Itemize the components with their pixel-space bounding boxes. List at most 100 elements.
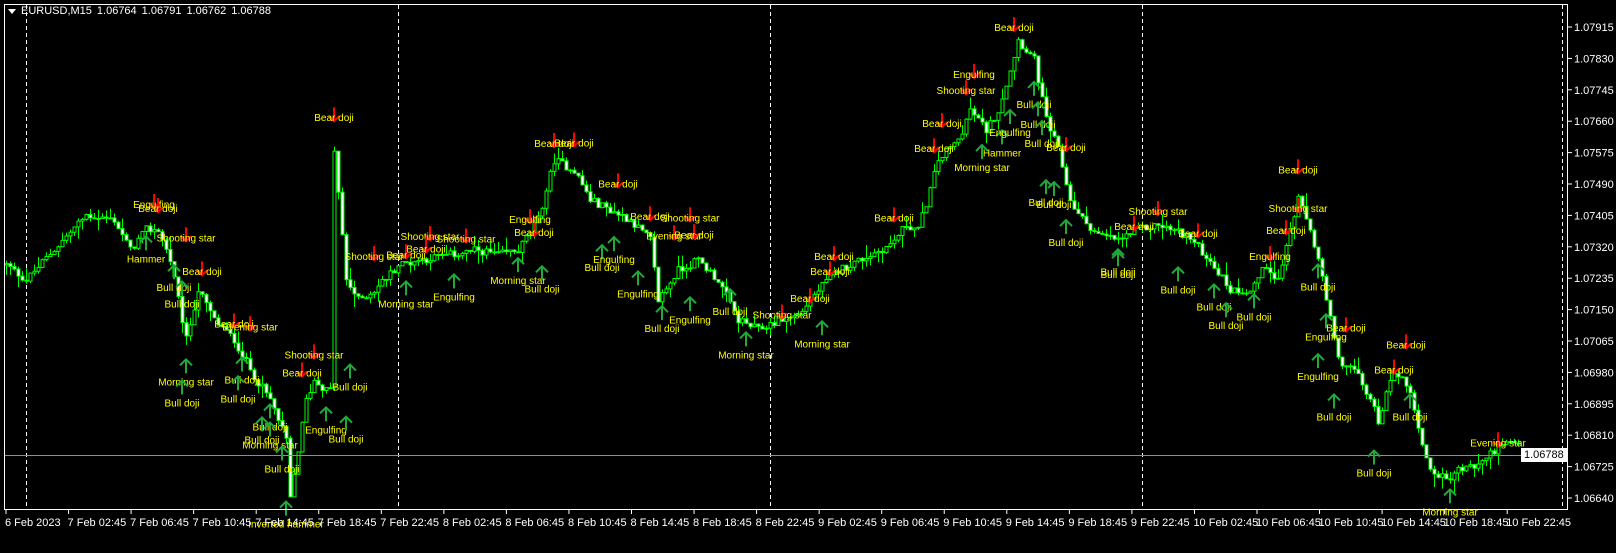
pattern-label: Bear doji xyxy=(598,179,637,190)
candle xyxy=(1328,299,1333,318)
candle-body xyxy=(508,249,513,253)
pattern-label: Bull doji xyxy=(1356,469,1391,480)
candle-body xyxy=(1084,215,1089,225)
bear-pattern-marker: Bear doji xyxy=(874,207,914,224)
bear-pattern-marker: Bear doji xyxy=(814,246,854,263)
pattern-label: Bull doji xyxy=(1100,270,1135,281)
candle xyxy=(1488,447,1493,470)
candle xyxy=(360,294,365,299)
candle-body xyxy=(1488,450,1493,459)
bear-pattern-marker: Bear doji xyxy=(1386,334,1426,351)
candle xyxy=(1016,37,1021,62)
candle-body xyxy=(936,160,941,173)
bear-pattern-marker: Bear doji xyxy=(994,17,1034,34)
dropdown-triangle-icon[interactable] xyxy=(8,8,16,14)
bull-pattern-marker: Morning star xyxy=(490,256,546,287)
price-axis[interactable]: 1.07915 1.07830 1.07745 1.07660 1.07575 1.074… xyxy=(1568,22,1614,505)
candle xyxy=(516,244,521,254)
candle xyxy=(156,228,161,233)
price-tick-label: 1.06980 xyxy=(1574,367,1614,379)
candle-body xyxy=(192,309,197,326)
pattern-label: Shooting star xyxy=(285,350,345,361)
pattern-label: Bear doji xyxy=(314,113,353,124)
candle-body xyxy=(396,265,401,274)
candle xyxy=(1448,472,1453,484)
candle-body xyxy=(624,213,629,223)
candle-body xyxy=(720,281,725,288)
candle-body xyxy=(324,387,329,392)
candle xyxy=(1072,191,1077,210)
candle-body xyxy=(1216,267,1221,276)
candle xyxy=(460,251,465,260)
pattern-label: Bull doji xyxy=(332,383,367,394)
candle xyxy=(396,265,401,277)
candle-body xyxy=(716,279,721,283)
candle-body xyxy=(56,246,61,252)
time-tick-label: 8 Feb 02:45 xyxy=(443,517,502,529)
candle-body xyxy=(1200,243,1205,256)
candle-body xyxy=(1468,464,1473,467)
candle-body xyxy=(108,217,113,220)
candle xyxy=(1260,267,1265,279)
pattern-label: Shooting star xyxy=(157,233,217,244)
price-chart[interactable]: Engulfing Bear doji Shooting star Bear doji… xyxy=(0,0,1616,553)
candle xyxy=(996,112,1001,130)
pattern-label: Evening star xyxy=(222,322,278,333)
pattern-label: Bear doji xyxy=(138,204,177,215)
candle-body xyxy=(700,257,705,264)
candle-body xyxy=(376,285,381,293)
candle xyxy=(236,331,241,354)
candle-body xyxy=(1248,290,1253,294)
up-arrow-icon xyxy=(1171,265,1185,282)
candle xyxy=(1236,278,1241,296)
price-tick-label: 1.06895 xyxy=(1574,399,1614,411)
candle-body xyxy=(968,108,973,120)
candle-body xyxy=(292,473,297,498)
pattern-label: Shooting star xyxy=(753,310,813,321)
bear-pattern-marker: Bear doji xyxy=(922,113,962,130)
time-tick-label: 8 Feb 06:45 xyxy=(505,517,564,529)
price-tick-label: 1.07065 xyxy=(1574,336,1614,348)
candle-body xyxy=(312,379,317,394)
candle-body xyxy=(140,230,145,239)
candle xyxy=(612,202,617,214)
bear-pattern-marker: Shooting star xyxy=(157,227,217,244)
candle xyxy=(716,279,721,283)
pattern-label: Bear doji xyxy=(1178,229,1217,240)
candle xyxy=(112,213,117,226)
candle-body xyxy=(32,270,37,274)
up-arrow-icon xyxy=(179,357,193,374)
candle-body xyxy=(880,250,885,254)
candle-body xyxy=(740,318,745,324)
candle-body xyxy=(340,191,345,236)
candle xyxy=(96,209,101,231)
candle-body xyxy=(1212,260,1217,269)
pattern-label: Bull doji xyxy=(1048,238,1083,249)
candle-body xyxy=(372,291,377,295)
candle-body xyxy=(112,217,117,223)
candle xyxy=(920,202,925,228)
candle-body xyxy=(304,397,309,423)
candle-body xyxy=(1112,234,1117,240)
time-axis[interactable]: 6 Feb 2023 7 Feb 02:45 7 Feb 06:45 7 Feb 10… xyxy=(5,509,1571,529)
candle xyxy=(592,193,597,203)
chart-header: EURUSD,M15 1.06764 1.06791 1.06762 1.067… xyxy=(8,5,271,17)
candle-body xyxy=(592,197,597,203)
candle-body xyxy=(1404,376,1409,387)
candle xyxy=(856,257,861,263)
candle xyxy=(1472,463,1477,477)
pattern-label: Bull doji xyxy=(1316,412,1351,423)
candle-body xyxy=(388,270,393,280)
candle-body xyxy=(128,239,133,248)
bear-pattern-marker: Bear doji xyxy=(674,224,714,241)
candle xyxy=(248,351,253,371)
candle xyxy=(1308,218,1313,233)
candle-body xyxy=(76,220,81,228)
candle xyxy=(520,240,525,264)
candle xyxy=(1444,470,1449,480)
bear-pattern-marker: Bear doji xyxy=(182,261,222,278)
pattern-label: Engulfing xyxy=(1297,372,1339,383)
candle xyxy=(52,250,57,256)
price-tick-label: 1.07150 xyxy=(1574,305,1614,317)
symbol-timeframe: EURUSD,M15 xyxy=(21,5,92,17)
